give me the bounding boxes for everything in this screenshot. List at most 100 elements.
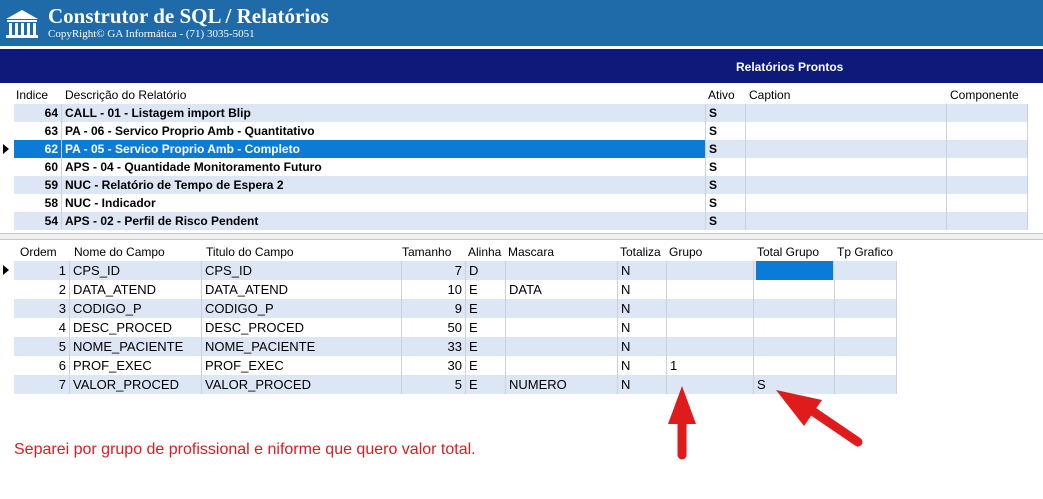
cell-mascara[interactable] bbox=[506, 299, 618, 318]
cell-componente[interactable] bbox=[947, 140, 1028, 158]
cell-tamanho[interactable]: 5 bbox=[402, 375, 466, 394]
cell-mascara[interactable] bbox=[506, 356, 618, 375]
field-row[interactable]: 3 CODIGO_P CODIGO_P 9 E N bbox=[14, 299, 897, 318]
cell-descricao[interactable]: NUC - Relatório de Tempo de Espera 2 bbox=[62, 176, 706, 194]
field-row[interactable]: 5 NOME_PACIENTE NOME_PACIENTE 33 E N bbox=[14, 337, 897, 356]
cell-titulo-campo[interactable]: DESC_PROCED bbox=[202, 318, 402, 337]
field-row[interactable]: 6 PROF_EXEC PROF_EXEC 30 E N 1 bbox=[14, 356, 897, 375]
cell-mascara[interactable] bbox=[506, 261, 618, 280]
cell-alinha[interactable]: E bbox=[466, 318, 506, 337]
field-row[interactable]: 1 CPS_ID CPS_ID 7 D N bbox=[14, 261, 897, 280]
field-row[interactable]: 4 DESC_PROCED DESC_PROCED 50 E N bbox=[14, 318, 897, 337]
cell-ativo[interactable]: S bbox=[706, 212, 746, 230]
cell-ativo[interactable]: S bbox=[706, 158, 746, 176]
col-nome-campo[interactable]: Nome do Campo bbox=[74, 245, 165, 259]
report-row[interactable]: 64 CALL - 01 - Listagem import Blip S bbox=[14, 104, 1028, 122]
cell-grupo[interactable] bbox=[667, 318, 754, 337]
cell-nome-campo[interactable]: DATA_ATEND bbox=[70, 280, 202, 299]
cell-ordem[interactable]: 2 bbox=[14, 280, 70, 299]
col-totaliza[interactable]: Totaliza bbox=[620, 245, 661, 259]
cell-mascara[interactable]: NUMERO bbox=[506, 375, 618, 394]
cell-caption[interactable] bbox=[746, 212, 947, 230]
cell-componente[interactable] bbox=[947, 104, 1028, 122]
cell-tp-grafico[interactable] bbox=[835, 299, 897, 318]
cell-grupo[interactable]: 1 bbox=[667, 356, 754, 375]
cell-tp-grafico[interactable] bbox=[835, 337, 897, 356]
grid-splitter[interactable] bbox=[0, 233, 1043, 240]
cell-tp-grafico[interactable] bbox=[835, 375, 897, 394]
cell-caption[interactable] bbox=[746, 194, 947, 212]
cell-grupo[interactable] bbox=[667, 299, 754, 318]
col-indice[interactable]: Indice bbox=[16, 88, 48, 102]
cell-tamanho[interactable]: 50 bbox=[402, 318, 466, 337]
cell-grupo[interactable] bbox=[667, 261, 754, 280]
cell-descricao[interactable]: APS - 02 - Perfil de Risco Pendent bbox=[62, 212, 706, 230]
col-grupo[interactable]: Grupo bbox=[669, 245, 702, 259]
cell-caption[interactable] bbox=[746, 140, 947, 158]
fields-grid[interactable]: Ordem Nome do Campo Titulo do Campo Tama… bbox=[0, 240, 1043, 400]
cell-mascara[interactable] bbox=[506, 337, 618, 356]
cell-ativo[interactable]: S bbox=[706, 140, 746, 158]
cell-tp-grafico[interactable] bbox=[835, 280, 897, 299]
cell-totaliza[interactable]: N bbox=[618, 261, 667, 280]
col-titulo-campo[interactable]: Titulo do Campo bbox=[206, 245, 294, 259]
cell-tp-grafico[interactable] bbox=[835, 356, 897, 375]
cell-indice[interactable]: 59 bbox=[14, 176, 62, 194]
cell-alinha[interactable]: E bbox=[466, 280, 506, 299]
cell-totaliza[interactable]: N bbox=[618, 375, 667, 394]
field-row[interactable]: 2 DATA_ATEND DATA_ATEND 10 E DATA N bbox=[14, 280, 897, 299]
cell-descricao[interactable]: PA - 05 - Servico Proprio Amb - Completo bbox=[62, 140, 706, 158]
cell-ativo[interactable]: S bbox=[706, 194, 746, 212]
cell-indice[interactable]: 54 bbox=[14, 212, 62, 230]
cell-componente[interactable] bbox=[947, 212, 1028, 230]
cell-alinha[interactable]: E bbox=[466, 375, 506, 394]
cell-total-grupo[interactable] bbox=[754, 299, 835, 318]
cell-ativo[interactable]: S bbox=[706, 176, 746, 194]
col-ativo[interactable]: Ativo bbox=[708, 88, 735, 102]
cell-totaliza[interactable]: N bbox=[618, 318, 667, 337]
cell-indice[interactable]: 58 bbox=[14, 194, 62, 212]
col-mascara[interactable]: Mascara bbox=[508, 245, 554, 259]
cell-grupo[interactable] bbox=[667, 337, 754, 356]
cell-mascara[interactable] bbox=[506, 318, 618, 337]
cell-componente[interactable] bbox=[947, 122, 1028, 140]
cell-tp-grafico[interactable] bbox=[835, 261, 897, 280]
col-total-grupo[interactable]: Total Grupo bbox=[757, 245, 819, 259]
cell-nome-campo[interactable]: VALOR_PROCED bbox=[70, 375, 202, 394]
field-row[interactable]: 7 VALOR_PROCED VALOR_PROCED 5 E NUMERO N S bbox=[14, 375, 897, 394]
cell-totaliza[interactable]: N bbox=[618, 356, 667, 375]
col-componente[interactable]: Componente bbox=[950, 88, 1019, 102]
col-ordem[interactable]: Ordem bbox=[20, 245, 57, 259]
cell-caption[interactable] bbox=[746, 158, 947, 176]
cell-tp-grafico[interactable] bbox=[835, 318, 897, 337]
cell-nome-campo[interactable]: PROF_EXEC bbox=[70, 356, 202, 375]
cell-total-grupo[interactable] bbox=[754, 337, 835, 356]
cell-tamanho[interactable]: 30 bbox=[402, 356, 466, 375]
reports-grid[interactable]: Indice Descrição do Relatório Ativo Capt… bbox=[0, 84, 1043, 230]
cell-titulo-campo[interactable]: DATA_ATEND bbox=[202, 280, 402, 299]
cell-tamanho[interactable]: 9 bbox=[402, 299, 466, 318]
cell-titulo-campo[interactable]: CODIGO_P bbox=[202, 299, 402, 318]
cell-descricao[interactable]: PA - 06 - Servico Proprio Amb - Quantita… bbox=[62, 122, 706, 140]
cell-ordem[interactable]: 1 bbox=[14, 261, 70, 280]
cell-titulo-campo[interactable]: PROF_EXEC bbox=[202, 356, 402, 375]
col-caption[interactable]: Caption bbox=[749, 88, 790, 102]
cell-ordem[interactable]: 7 bbox=[14, 375, 70, 394]
cell-titulo-campo[interactable]: CPS_ID bbox=[202, 261, 402, 280]
cell-tamanho[interactable]: 10 bbox=[402, 280, 466, 299]
report-row[interactable]: 54 APS - 02 - Perfil de Risco Pendent S bbox=[14, 212, 1028, 230]
cell-indice[interactable]: 60 bbox=[14, 158, 62, 176]
col-alinha[interactable]: Alinha bbox=[468, 245, 501, 259]
cell-nome-campo[interactable]: DESC_PROCED bbox=[70, 318, 202, 337]
cell-caption[interactable] bbox=[746, 104, 947, 122]
report-row[interactable]: 62 PA - 05 - Servico Proprio Amb - Comple… bbox=[14, 140, 1028, 158]
cell-descricao[interactable]: CALL - 01 - Listagem import Blip bbox=[62, 104, 706, 122]
cell-titulo-campo[interactable]: VALOR_PROCED bbox=[202, 375, 402, 394]
cell-alinha[interactable]: E bbox=[466, 337, 506, 356]
cell-ordem[interactable]: 4 bbox=[14, 318, 70, 337]
cell-totaliza[interactable]: N bbox=[618, 299, 667, 318]
col-tamanho[interactable]: Tamanho bbox=[402, 245, 451, 259]
cell-titulo-campo[interactable]: NOME_PACIENTE bbox=[202, 337, 402, 356]
cell-mascara[interactable]: DATA bbox=[506, 280, 618, 299]
cell-alinha[interactable]: D bbox=[466, 261, 506, 280]
